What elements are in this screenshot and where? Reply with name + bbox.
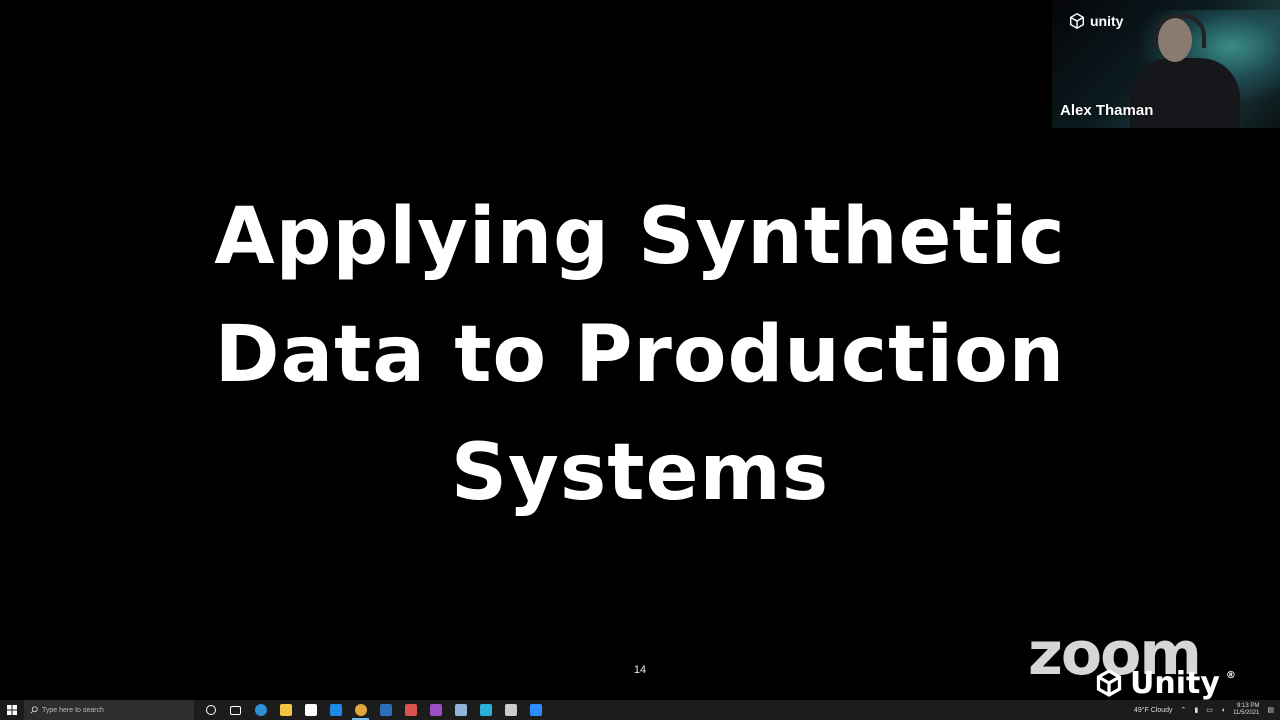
notification-icon[interactable]: ▮ <box>1194 706 1198 714</box>
terminal-icon <box>504 704 517 716</box>
slide-title: Applying Synthetic Data to Production Sy… <box>140 178 1140 532</box>
network-icon[interactable]: ▭ <box>1206 706 1213 714</box>
taskbar-app-onenote[interactable] <box>423 700 448 720</box>
app-teal-icon <box>479 704 492 716</box>
search-placeholder: Type here to search <box>42 706 104 714</box>
windows-logo-icon <box>7 705 17 715</box>
taskbar-app-app-red[interactable] <box>398 700 423 720</box>
app-red-icon <box>404 704 417 716</box>
speaker-name: Alex Thaman <box>1060 102 1154 119</box>
unity-cube-icon <box>1069 12 1085 30</box>
chevron-up-icon[interactable]: ⌃ <box>1181 706 1187 714</box>
zoom-icon <box>529 704 542 716</box>
unity-logo-icon <box>1096 669 1122 697</box>
unity-badge-text: unity <box>1090 13 1124 29</box>
windows-taskbar: Type here to search 49°F Cloudy ⌃ ▮ ▭ ◖ … <box>0 700 1280 720</box>
taskbar-apps <box>198 700 548 720</box>
notepad-icon <box>454 704 467 716</box>
taskbar-app-terminal[interactable] <box>498 700 523 720</box>
volume-icon[interactable]: ◖ <box>1221 707 1225 714</box>
start-button[interactable] <box>0 700 24 720</box>
taskbar-app-task-view[interactable] <box>223 700 248 720</box>
slide-page-number: 14 <box>633 664 647 676</box>
action-center-icon[interactable]: ▤ <box>1267 706 1274 714</box>
headphones <box>1154 14 1206 48</box>
clock-date: 11/5/2021 <box>1233 710 1260 716</box>
taskbar-app-app-teal[interactable] <box>473 700 498 720</box>
taskbar-app-chrome[interactable] <box>348 700 373 720</box>
registered-mark: ® <box>1225 669 1236 681</box>
unity-watermark-text: Unity <box>1130 665 1220 701</box>
task-view-icon <box>230 705 241 715</box>
taskbar-app-file-explorer[interactable] <box>273 700 298 720</box>
mail-icon <box>329 704 342 716</box>
taskbar-app-cortana[interactable] <box>198 700 223 720</box>
cortana-icon <box>205 705 216 715</box>
app-blue-icon <box>379 704 392 716</box>
edge-icon <box>254 704 267 716</box>
weather-widget[interactable]: 49°F Cloudy <box>1134 707 1173 714</box>
speaker-video[interactable]: unity Alex Thaman <box>1052 0 1280 128</box>
taskbar-app-notepad[interactable] <box>448 700 473 720</box>
clock-time: 9:13 PM <box>1237 703 1260 709</box>
file-explorer-icon <box>279 704 292 716</box>
search-icon <box>30 706 38 714</box>
system-tray: 49°F Cloudy ⌃ ▮ ▭ ◖ 9:13 PM 11/5/2021 ▤ <box>1134 700 1280 720</box>
taskbar-app-mail[interactable] <box>323 700 348 720</box>
taskbar-app-app-blue[interactable] <box>373 700 398 720</box>
taskbar-app-store[interactable] <box>298 700 323 720</box>
taskbar-app-edge[interactable] <box>248 700 273 720</box>
chrome-icon <box>354 704 367 716</box>
store-icon <box>304 704 317 716</box>
taskbar-app-zoom[interactable] <box>523 700 548 720</box>
taskbar-search[interactable]: Type here to search <box>24 700 194 720</box>
slide-title-line-1: Applying Synthetic <box>214 192 1066 282</box>
taskbar-clock[interactable]: 9:13 PM 11/5/2021 <box>1233 703 1259 717</box>
unity-watermark: Unity ® <box>1094 665 1236 701</box>
unity-badge: unity <box>1068 12 1123 30</box>
onenote-icon <box>429 704 442 716</box>
slide-title-line-3: Systems <box>450 428 830 518</box>
slide-title-line-2: Data to Production <box>214 310 1066 400</box>
